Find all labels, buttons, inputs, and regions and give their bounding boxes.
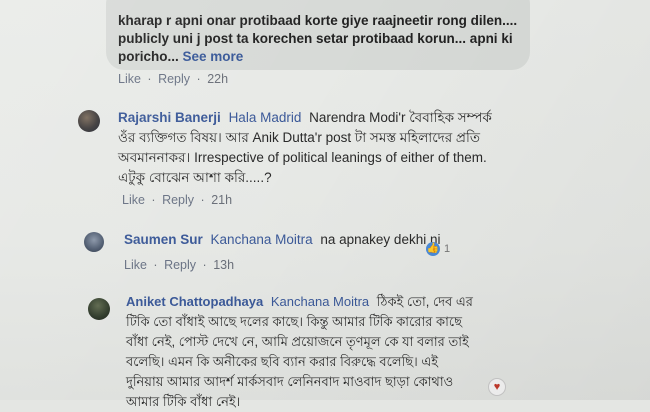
comment-mention[interactable]: Kanchana Moitra <box>271 294 369 309</box>
top-comment-actions: Like · Reply · 22h <box>118 72 229 86</box>
top-comment-text: kharap r apni onar protibaad korte giye … <box>118 0 528 66</box>
cut-off-line <box>118 0 528 12</box>
comment-text-line: বলেছি। এমন কি অনীকের ছবি ব্যান করার বিরু… <box>126 354 439 369</box>
heart-reaction-icon[interactable]: ♥ <box>488 378 506 396</box>
comment-time: 21h <box>211 193 233 207</box>
like-link[interactable]: Like <box>122 193 145 207</box>
reaction-count: 1 <box>444 243 451 255</box>
comment-actions: Like · Reply · 21h <box>122 193 233 207</box>
comment-author[interactable]: Rajarshi Banerji <box>118 110 221 125</box>
like-reaction-icon[interactable]: 👍 <box>426 242 440 256</box>
top-comment-line-text: poricho... <box>118 49 179 64</box>
like-link[interactable]: Like <box>124 258 147 272</box>
comment-actions: Like · Reply · 13h <box>124 258 235 272</box>
comment-aniket: Aniket Chattopadhaya Kanchana Moitra ঠিক… <box>126 292 546 412</box>
comment-time: 22h <box>207 72 229 86</box>
comment-author[interactable]: Aniket Chattopadhaya <box>126 294 263 309</box>
comment-text-line: এটুকু বোঝেন আশা করি.....? <box>118 170 272 185</box>
comment-text-line: বাঁধা নেই, পোস্ট দেখে নে, আমি প্রয়োজনে … <box>126 334 469 349</box>
comment-rajarshi: Rajarshi Banerji Hala Madrid Narendra Mo… <box>118 108 558 188</box>
avatar[interactable] <box>84 232 104 252</box>
comment-text-line: na apnakey dekhi ni <box>320 232 441 247</box>
top-comment-line: kharap r apni onar protibaad korte giye … <box>118 13 518 28</box>
comment-text-line: ঠিকই তো, দেব এর <box>376 294 473 309</box>
reply-link[interactable]: Reply <box>162 193 194 207</box>
comment-text-line: Narendra Modi'r বৈবাহিক সম্পর্ক <box>309 110 492 125</box>
comment-time: 13h <box>213 258 235 272</box>
comment-text-line: অবমাননাকর। Irrespective of political lea… <box>118 150 487 165</box>
comment-text-line: টিকি তো বাঁধাই আছে দলের কাছে। কিন্তু আমা… <box>126 314 462 329</box>
comment-mention[interactable]: Kanchana Moitra <box>211 232 313 247</box>
avatar[interactable] <box>78 110 100 132</box>
avatar[interactable] <box>88 298 110 320</box>
comment-mention[interactable]: Hala Madrid <box>229 110 302 125</box>
comment-author[interactable]: Saumen Sur <box>124 232 203 247</box>
see-more-link[interactable]: See more <box>183 49 244 64</box>
top-comment-line: publicly uni j post ta korechen setar pr… <box>118 31 513 46</box>
comment-saumen: Saumen Sur Kanchana Moitra na apnakey de… <box>124 230 454 250</box>
reply-link[interactable]: Reply <box>158 72 190 86</box>
like-link[interactable]: Like <box>118 72 141 86</box>
reply-link[interactable]: Reply <box>164 258 196 272</box>
comment-text-line: আমার টিকি বাঁধা নেই। <box>126 394 241 409</box>
facebook-comments-screen: kharap r apni onar protibaad korte giye … <box>0 0 650 409</box>
comment-text-line: ওঁর ব্যক্তিগত বিষয়। আর Anik Dutta'r pos… <box>118 130 480 145</box>
comment-text-line: দুনিয়ায় আমার আদর্শ মার্কসবাদ লেনিনবাদ … <box>126 374 454 389</box>
top-comment-line: poricho... See more <box>118 48 528 66</box>
